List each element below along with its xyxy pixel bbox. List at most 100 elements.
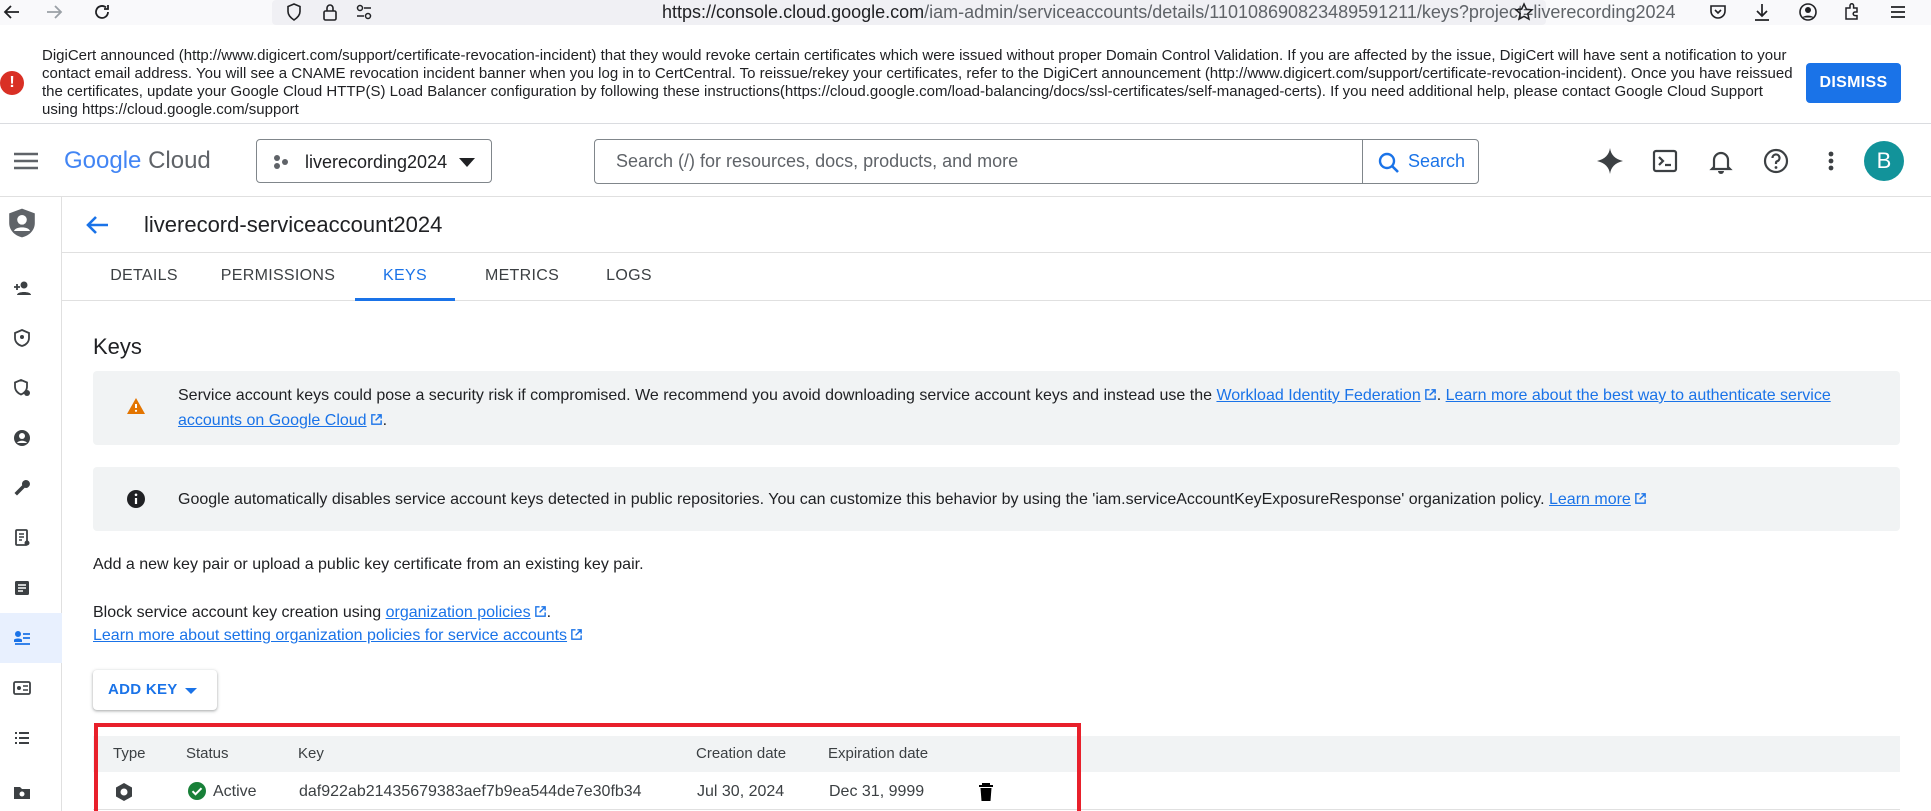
tab-logs[interactable]: LOGS	[589, 253, 669, 301]
rail-add-person-icon[interactable]	[0, 263, 62, 313]
key-expiration-date: Dec 31, 9999	[829, 783, 925, 800]
search-input[interactable]	[596, 141, 1361, 182]
bookmark-star-icon[interactable]	[1514, 2, 1534, 22]
rail-account-icon[interactable]	[0, 413, 62, 463]
external-link-icon	[571, 629, 582, 640]
project-name: liverecording2024	[305, 152, 448, 172]
project-icon	[273, 154, 289, 170]
info-icon	[126, 489, 146, 509]
learn-more-link[interactable]: Learn more	[1549, 491, 1631, 508]
external-link-icon	[534, 606, 546, 617]
learn-org-policies: Learn more about setting organization po…	[93, 626, 583, 646]
key-id: daf922ab21435679383aef7b9ea544de7e30fb34	[299, 783, 642, 800]
column-header-creation-date[interactable]: Creation date	[696, 745, 786, 763]
page-title: liverecord-serviceaccount2024	[144, 212, 443, 237]
security-warning-alert: Service account keys could pose a securi…	[93, 371, 1900, 445]
add-key-description: Add a new key pair or upload a public ke…	[93, 556, 644, 573]
warning-after: .	[382, 412, 388, 429]
info-text-body: Google automatically disables service ac…	[178, 491, 1549, 508]
rail-policy-icon[interactable]	[0, 363, 62, 413]
warning-sep: .	[1436, 387, 1446, 404]
add-key-label: ADD KEY	[108, 681, 178, 698]
dismiss-button[interactable]: DISMISS	[1806, 63, 1901, 103]
search-bar[interactable]: Search	[594, 139, 1479, 184]
more-vert-icon[interactable]	[1817, 147, 1845, 175]
column-header-expiration-date[interactable]: Expiration date	[828, 745, 928, 763]
tab-permissions[interactable]: PERMISSIONS	[207, 253, 349, 301]
notifications-bell-icon[interactable]	[1707, 147, 1735, 175]
logo-google: Google	[64, 147, 142, 174]
forward-nav-icon[interactable]	[44, 2, 64, 22]
section-heading: Keys	[93, 334, 142, 359]
download-icon[interactable]	[1752, 2, 1772, 22]
permissions-icon[interactable]	[354, 2, 374, 22]
block-key-creation-text: Block service account key creation using…	[93, 600, 551, 626]
learn-org-policies-link[interactable]: Learn more about setting organization po…	[93, 627, 567, 644]
key-creation-date: Jul 30, 2024	[697, 783, 785, 800]
column-header-key[interactable]: Key	[298, 745, 324, 763]
delete-trash-icon[interactable]	[977, 782, 995, 802]
rail-list-doc-icon[interactable]	[0, 563, 62, 613]
console-header: Google Cloud liverecording2024 Search B	[0, 125, 1931, 197]
block-text: Block service account key creation using	[93, 604, 386, 621]
rail-id-card-icon[interactable]	[0, 663, 62, 713]
organization-policies-link[interactable]: organization policies	[386, 604, 531, 621]
logo-cloud: Cloud	[148, 147, 211, 174]
add-key-button[interactable]: ADD KEY	[93, 670, 217, 710]
banner-text: DigiCert announced (http://www.digicert.…	[42, 47, 1793, 118]
rail-settings-folder-icon[interactable]	[0, 767, 62, 811]
iam-shield-icon[interactable]	[0, 197, 62, 249]
warning-text: Service account keys could pose a securi…	[178, 383, 1878, 433]
navigation-menu-icon[interactable]	[12, 147, 40, 175]
chevron-down-icon	[459, 158, 475, 167]
keys-table: Type Status Key Creation date Expiration…	[93, 736, 1900, 811]
warning-text-before: Service account keys could pose a securi…	[178, 387, 1217, 404]
warning-icon	[126, 396, 146, 416]
help-icon[interactable]	[1762, 147, 1790, 175]
avatar[interactable]: B	[1864, 141, 1904, 181]
page-title-bar: liverecord-serviceaccount2024	[62, 197, 1931, 253]
chevron-down-icon	[185, 688, 197, 694]
back-arrow-icon[interactable]	[84, 211, 112, 239]
tab-keys[interactable]: KEYS	[355, 253, 455, 301]
column-header-status[interactable]: Status	[186, 745, 229, 763]
left-navigation-rail	[0, 197, 62, 811]
check-circle-icon	[188, 782, 206, 800]
tab-bar: DETAILS PERMISSIONS KEYS METRICS LOGS	[62, 253, 1931, 301]
rail-service-accounts-icon[interactable]	[0, 613, 62, 663]
back-nav-icon[interactable]	[2, 2, 22, 22]
external-link-icon	[370, 414, 382, 425]
info-alert: Google automatically disables service ac…	[93, 467, 1900, 531]
lock-icon[interactable]	[320, 2, 340, 22]
rail-security-icon[interactable]	[0, 313, 62, 363]
tab-details[interactable]: DETAILS	[93, 253, 195, 301]
rail-document-icon[interactable]	[0, 513, 62, 563]
tab-metrics[interactable]: METRICS	[463, 253, 581, 301]
shield-icon[interactable]	[284, 2, 304, 22]
info-text: Google automatically disables service ac…	[178, 487, 1878, 512]
project-picker[interactable]: liverecording2024	[256, 139, 492, 183]
rail-list-icon[interactable]	[0, 713, 62, 763]
table-row: Active daf922ab21435679383aef7b9ea544de7…	[93, 772, 1900, 810]
rail-wrench-icon[interactable]	[0, 463, 62, 513]
account-icon[interactable]	[1798, 2, 1818, 22]
search-icon	[1378, 152, 1399, 173]
cloud-shell-icon[interactable]	[1651, 147, 1679, 175]
reload-icon[interactable]	[92, 2, 112, 22]
search-button[interactable]: Search	[1363, 140, 1479, 183]
pocket-icon[interactable]	[1708, 2, 1728, 22]
key-type-icon	[113, 781, 135, 803]
notification-banner: ! DigiCert announced (http://www.digicer…	[0, 25, 1931, 124]
block-after: .	[546, 604, 552, 621]
external-link-icon	[1634, 493, 1646, 504]
gemini-sparkle-icon[interactable]	[1596, 147, 1624, 175]
workload-identity-link[interactable]: Workload Identity Federation	[1216, 387, 1420, 404]
column-header-type[interactable]: Type	[113, 745, 146, 763]
external-link-icon	[1424, 389, 1436, 400]
extensions-icon[interactable]	[1842, 2, 1862, 22]
address-bar[interactable]: https://console.cloud.google.com/iam-adm…	[272, 0, 1676, 25]
menu-icon[interactable]	[1888, 2, 1908, 22]
browser-toolbar: https://console.cloud.google.com/iam-adm…	[0, 0, 1931, 25]
key-status: Active	[213, 783, 257, 800]
google-cloud-logo[interactable]: Google Cloud	[64, 147, 211, 175]
